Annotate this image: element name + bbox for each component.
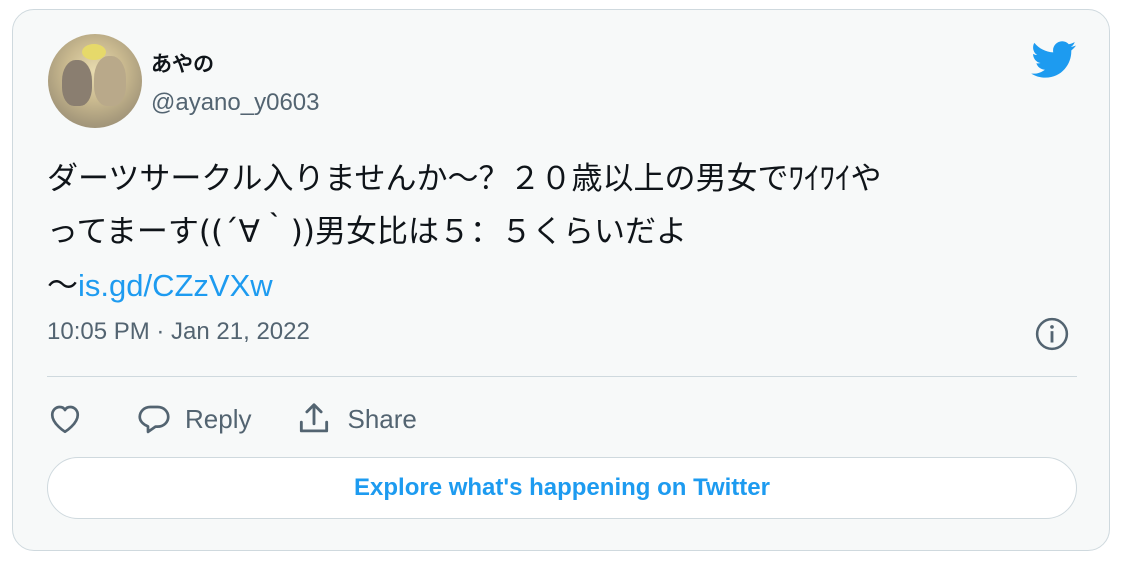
share-icon: [300, 403, 329, 433]
tweet-text-line-3: 〜is.gd/CZzVXw: [47, 259, 1057, 313]
tweet-text: ダーツサークル入りませんか〜？２０歳以上の男女でﾜｲﾜｲや ってまーす((´∀｀…: [47, 153, 1057, 313]
reply-label: Reply: [185, 403, 252, 434]
heart-icon: [50, 405, 80, 434]
tweet-text-line-1: ダーツサークル入りませんか〜？２０歳以上の男女でﾜｲﾜｲや: [47, 161, 882, 197]
info-icon[interactable]: [1035, 317, 1069, 351]
share-label: Share: [347, 403, 417, 434]
avatar-cat-right: [94, 56, 126, 106]
avatar-cat-left: [62, 60, 92, 106]
reply-icon: [138, 405, 170, 434]
reply-button[interactable]: Reply: [135, 401, 251, 437]
tweet-text-tilde: 〜: [47, 268, 78, 304]
explore-twitter-button[interactable]: Explore what's happening on Twitter: [47, 457, 1077, 519]
author-display-name[interactable]: あやの: [151, 48, 214, 78]
like-button[interactable]: [47, 401, 83, 437]
tweet-embed-card: あやの @ayano_y0603 ダーツサークル入りませんか〜？２０歳以上の男女…: [12, 9, 1110, 551]
twitter-bird-icon[interactable]: [1031, 41, 1077, 79]
avatar[interactable]: [48, 34, 142, 128]
tweet-timestamp[interactable]: 10:05 PM · Jan 21, 2022: [47, 318, 310, 346]
author-handle[interactable]: @ayano_y0603: [151, 89, 320, 117]
share-button[interactable]: Share: [295, 400, 417, 438]
divider: [47, 376, 1077, 377]
action-bar: Reply Share: [47, 394, 417, 444]
tweet-text-line-2: ってまーす((´∀｀))男女比は５：５くらいだよ: [47, 214, 687, 250]
tweet-link[interactable]: is.gd/CZzVXw: [78, 268, 273, 303]
